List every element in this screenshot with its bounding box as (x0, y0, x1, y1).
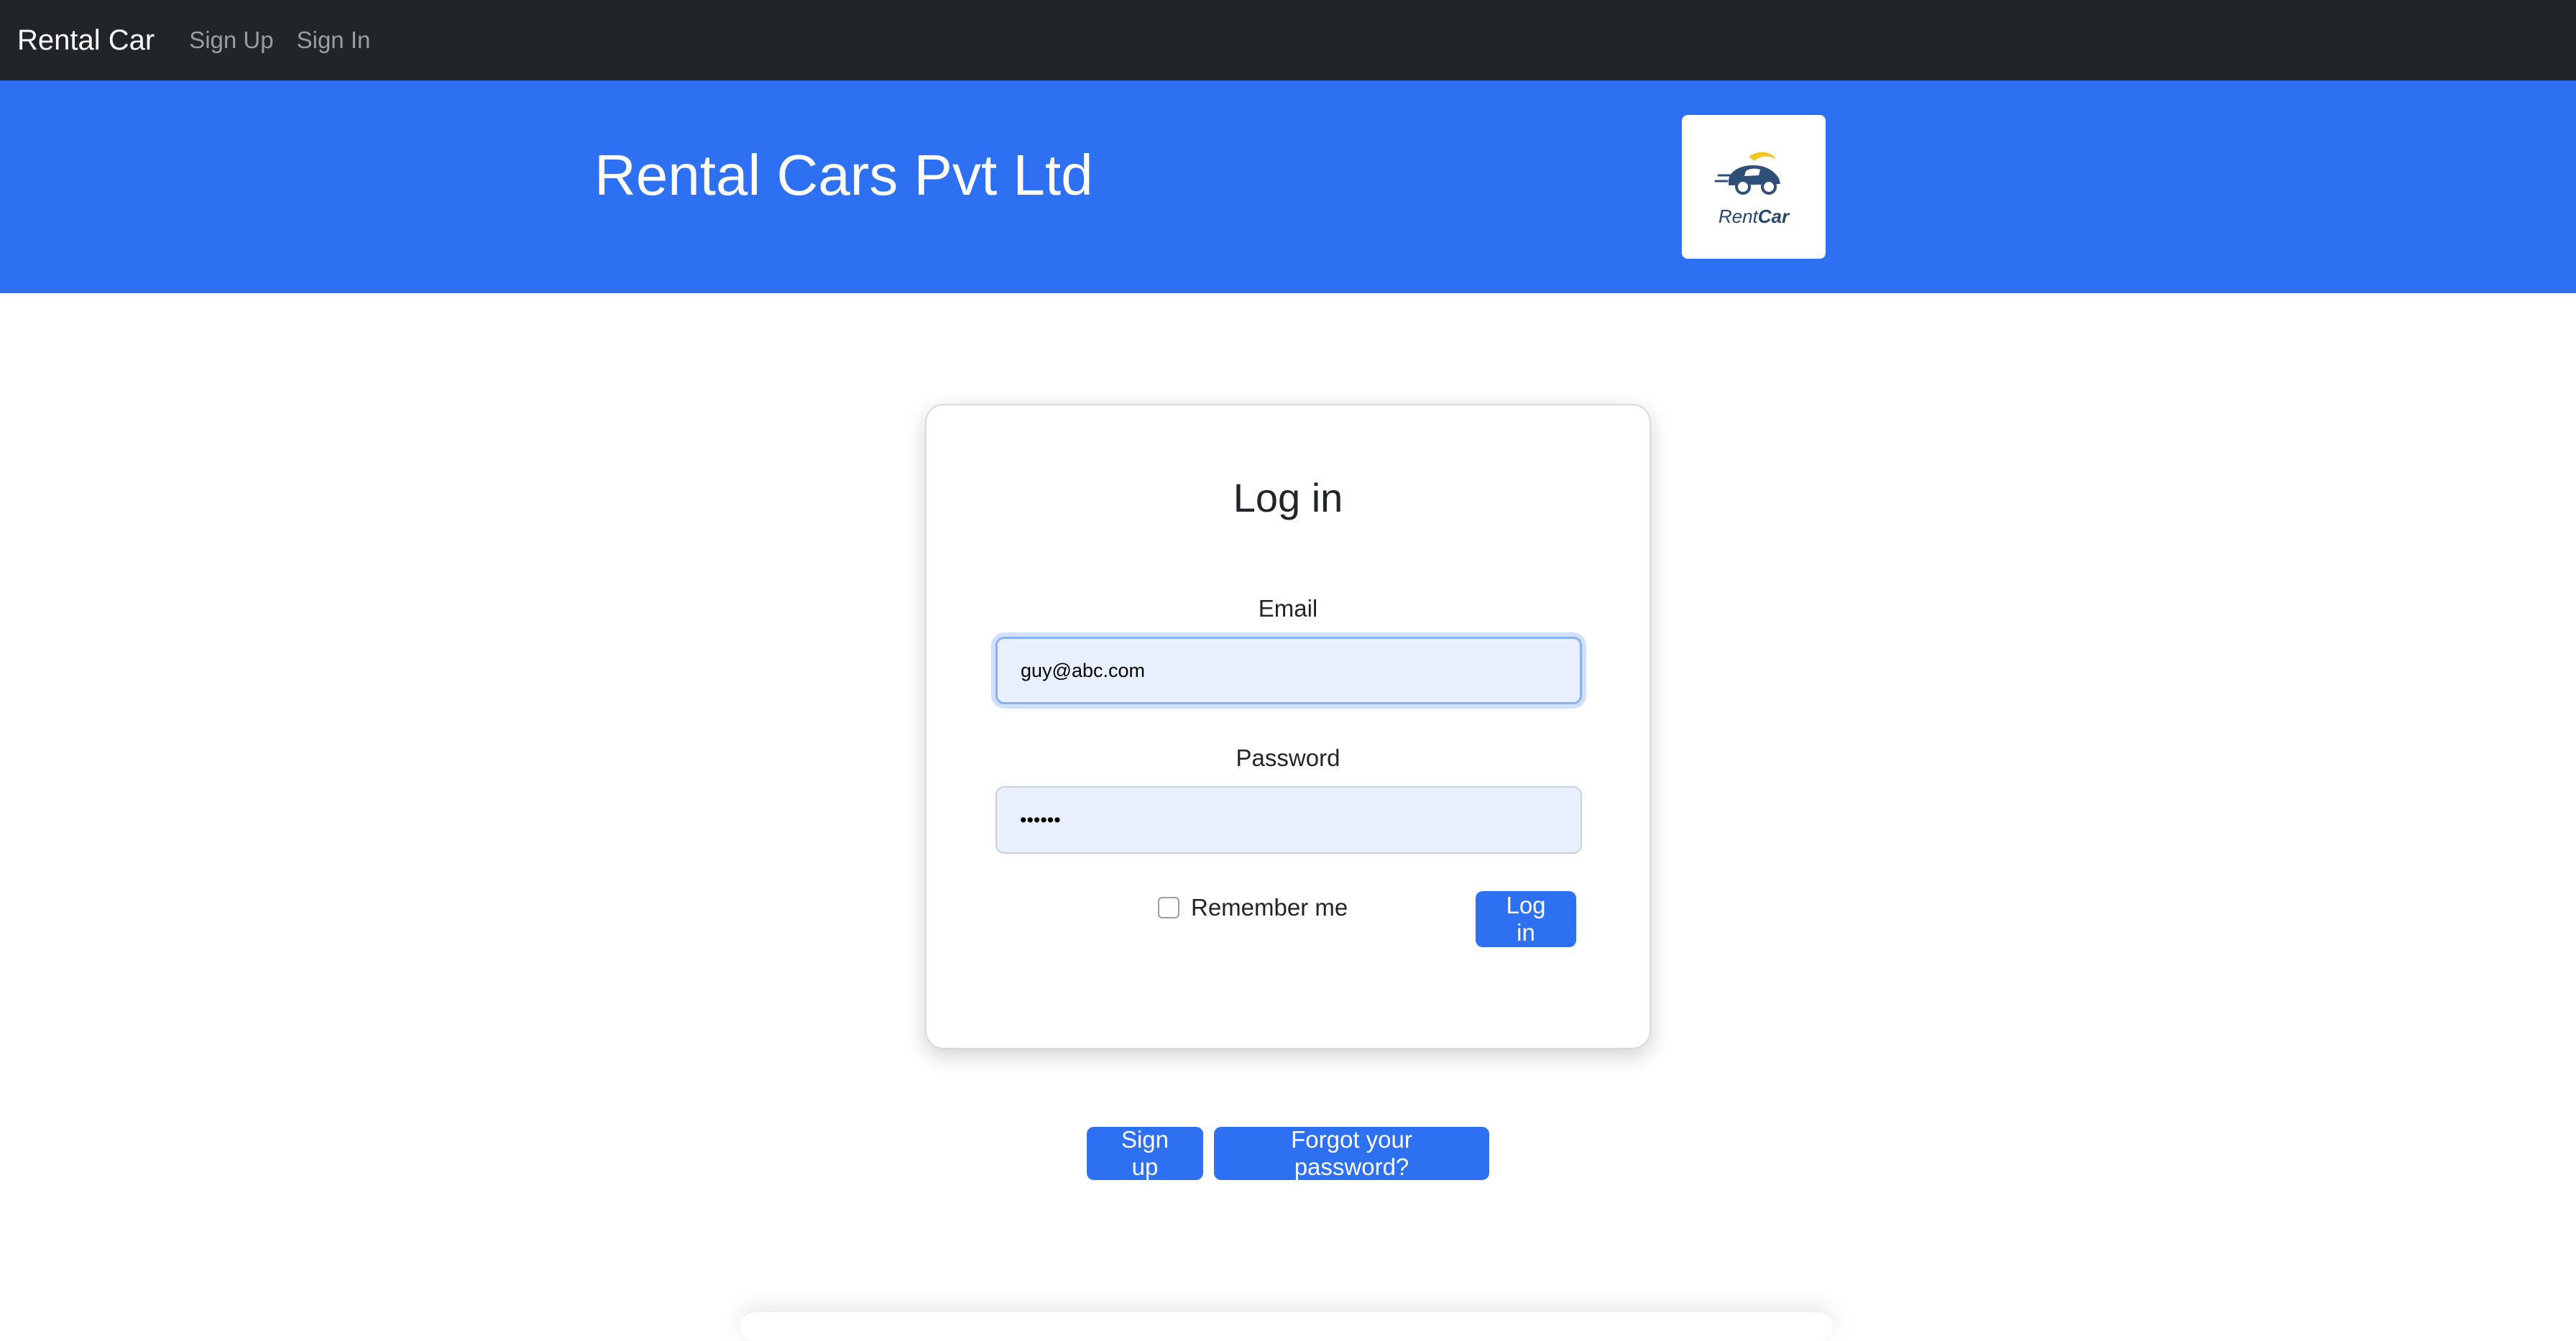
email-label: Email (1258, 595, 1318, 622)
login-title: Log in (1233, 475, 1343, 520)
sign-up-button[interactable]: Sign up (1087, 1126, 1203, 1180)
car-logo-icon (1714, 152, 1780, 195)
log-in-button[interactable]: Log in (1476, 891, 1576, 947)
hero-title: Rental Cars Pvt Ltd (594, 143, 1093, 207)
top-navbar: Rental Car Sign Up Sign In (0, 0, 2576, 80)
hero-banner: Rental Cars Pvt Ltd RentCar (0, 80, 2576, 293)
remember-me-label: Remember me (1191, 894, 1348, 921)
logo-text-bold: Car (1757, 205, 1790, 227)
navbar-brand[interactable]: Rental Car (17, 24, 155, 57)
forgot-password-button[interactable]: Forgot your password? (1214, 1126, 1489, 1180)
nav-link-sign-in[interactable]: Sign In (297, 27, 371, 54)
password-field[interactable] (995, 786, 1582, 854)
company-logo: RentCar (1682, 115, 1826, 259)
email-field[interactable] (995, 637, 1582, 704)
footer-shadow (740, 1312, 1833, 1341)
remember-me-control[interactable]: Remember me (1158, 894, 1348, 921)
remember-me-checkbox[interactable] (1158, 897, 1179, 918)
login-card: Log in Email Password Remember me Log in (925, 404, 1651, 1049)
logo-wordmark: RentCar (1719, 206, 1789, 228)
logo-text-regular: Rent (1718, 205, 1758, 227)
nav-link-sign-up[interactable]: Sign Up (189, 27, 273, 54)
password-label: Password (1236, 745, 1340, 771)
